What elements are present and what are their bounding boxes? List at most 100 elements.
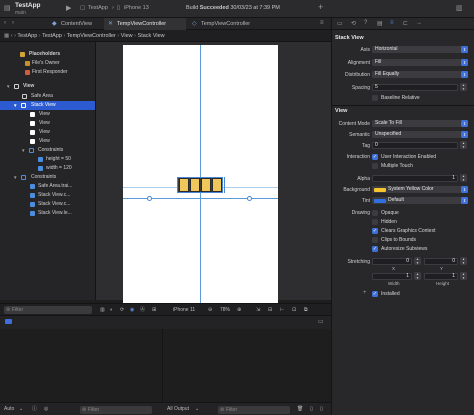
breadcrumb-project[interactable]: TestApp xyxy=(17,33,37,39)
outline-constraint-width[interactable]: width = 120 xyxy=(0,164,95,173)
tag-stepper[interactable]: ▴ ▾ xyxy=(460,141,467,149)
chevron-left-icon[interactable]: ‹ xyxy=(4,20,6,27)
disclosure-open-icon[interactable]: ▼ xyxy=(13,173,17,182)
tab-options-icon[interactable]: ≡ xyxy=(320,20,324,27)
history-icon[interactable]: ⟲ xyxy=(351,20,356,27)
outline-safe-area[interactable]: Safe Area xyxy=(0,92,95,101)
chevron-right-icon[interactable]: › xyxy=(14,33,16,39)
disclosure-open-icon[interactable]: ▼ xyxy=(13,101,17,110)
grid-icon[interactable]: ▦ xyxy=(4,33,9,39)
hidden-checkbox[interactable] xyxy=(372,219,378,225)
baseline-relative-checkbox[interactable] xyxy=(372,95,378,101)
disclosure-open-icon[interactable]: ▼ xyxy=(6,82,10,91)
info-icon[interactable]: ⓘ xyxy=(32,403,37,415)
variables-filter-input[interactable]: ⊜ Filter xyxy=(80,405,152,414)
outline-first-responder[interactable]: First Responder xyxy=(0,68,95,77)
spacing-field[interactable]: 5 xyxy=(372,84,458,91)
inspector-toggle-icon[interactable]: ▥ xyxy=(456,5,463,12)
tint-popup[interactable]: Default ⇕ xyxy=(372,197,468,204)
background-popup[interactable]: System Yellow Color ⇕ xyxy=(372,186,468,193)
constraint-handle[interactable] xyxy=(147,196,152,201)
sidebar-toggle-icon[interactable]: ▤ xyxy=(4,5,11,12)
multiple-touch-checkbox[interactable] xyxy=(372,163,378,169)
tab-content-view[interactable]: ◆ ContentView xyxy=(48,18,102,30)
outline-files-owner[interactable]: File's Owner xyxy=(0,59,95,68)
outline-placeholders[interactable]: Placeholders xyxy=(0,50,95,59)
file-inspector-icon[interactable]: ▭ xyxy=(337,20,343,27)
device-frame[interactable] xyxy=(123,45,278,303)
semantic-popup[interactable]: Unspecified ⇕ xyxy=(372,131,468,138)
alpha-field[interactable]: 1 xyxy=(372,175,458,182)
clips-bounds-checkbox[interactable] xyxy=(372,237,378,243)
opaque-checkbox[interactable] xyxy=(372,210,378,216)
stretch-y-field[interactable]: 0 xyxy=(424,258,458,265)
content-mode-popup[interactable]: Scale To Fill ⇕ xyxy=(372,120,468,127)
chevron-down-icon[interactable]: ⌄ xyxy=(195,403,199,415)
connections-inspector-icon[interactable]: → xyxy=(416,20,422,26)
trash-icon[interactable]: 🗑 xyxy=(297,403,303,415)
split-left-icon[interactable]: ▯ xyxy=(310,403,313,415)
scheme-icon[interactable]: ▢ xyxy=(80,5,85,11)
scheme-name[interactable]: TestApp xyxy=(88,5,108,11)
outline-constraints-inner[interactable]: ▼ Constraints xyxy=(0,146,95,155)
clears-graphics-checkbox[interactable]: ✓ xyxy=(372,228,378,234)
stretch-x-field[interactable]: 0 xyxy=(372,258,412,265)
outline-stack-view[interactable]: ▼ Stack View xyxy=(0,101,95,110)
stack-child-view[interactable] xyxy=(212,178,222,192)
debug-toggle-icon[interactable] xyxy=(5,319,12,324)
output-scope[interactable]: All Output xyxy=(167,403,189,415)
stretch-width-field[interactable]: 1 xyxy=(372,273,412,280)
outline-view[interactable]: ▼ View xyxy=(0,82,95,91)
stack-child-view[interactable] xyxy=(190,178,200,192)
stretch-width-stepper[interactable]: ▴ ▾ xyxy=(414,272,421,280)
outline-stack-child-view[interactable]: View xyxy=(0,128,95,137)
outline-constraint-item[interactable]: Safe Area.trai... xyxy=(0,182,95,191)
variables-scope[interactable]: Auto xyxy=(4,403,14,415)
chevron-left-icon[interactable]: ‹ xyxy=(11,33,13,39)
tab-temp-view-controller-xib[interactable]: ◇ TempViewController xyxy=(188,18,276,30)
outline-constraint-item[interactable]: Stack View.le... xyxy=(0,209,95,218)
outline-constraints-outer[interactable]: ▼ Constraints xyxy=(0,173,95,182)
split-right-icon[interactable]: ▯ xyxy=(320,403,323,415)
close-icon[interactable]: ✕ xyxy=(108,18,113,30)
alpha-stepper[interactable]: ▴ ▾ xyxy=(460,174,467,182)
user-interaction-checkbox[interactable]: ✓ xyxy=(372,154,378,160)
breadcrumb-file[interactable]: TempViewController xyxy=(67,33,116,39)
breadcrumb-view[interactable]: View xyxy=(121,33,133,39)
play-icon[interactable]: ▶ xyxy=(66,5,71,12)
stretch-x-stepper[interactable]: ▴ ▾ xyxy=(414,257,421,265)
chevron-right-icon[interactable]: › xyxy=(12,20,14,27)
outline-stack-child-view[interactable]: View xyxy=(0,110,95,119)
console-filter-input[interactable]: ⊜ Filter xyxy=(218,405,290,414)
stack-view[interactable] xyxy=(177,177,223,193)
outline-constraint-item[interactable]: Stack View.c... xyxy=(0,200,95,209)
close-debug-icon[interactable]: ▭ xyxy=(318,318,324,325)
distribution-popup[interactable]: Fill Equally ⇕ xyxy=(372,71,468,78)
disclosure-open-icon[interactable]: ▼ xyxy=(21,146,25,155)
run-destination[interactable]: iPhone 13 xyxy=(124,5,149,11)
attributes-inspector-icon[interactable]: ≡ xyxy=(390,20,394,26)
axis-popup[interactable]: Horizontal ⇕ xyxy=(372,46,468,53)
eye-icon[interactable]: ◎ xyxy=(44,403,48,415)
outline-constraint-height[interactable]: height = 50 xyxy=(0,155,95,164)
size-inspector-icon[interactable]: ⊏ xyxy=(403,20,408,27)
outline-filter-input[interactable]: ⊜ Filter xyxy=(4,306,92,314)
alignment-popup[interactable]: Fill ⇕ xyxy=(372,59,468,66)
installed-checkbox[interactable]: ✓ xyxy=(372,291,378,297)
spacing-stepper[interactable]: ▴ ▾ xyxy=(460,83,467,91)
tag-field[interactable]: 0 xyxy=(372,142,458,149)
breadcrumb-folder[interactable]: TestApp xyxy=(42,33,62,39)
stretch-y-stepper[interactable]: ▴ ▾ xyxy=(460,257,467,265)
stretch-height-field[interactable]: 1 xyxy=(424,273,458,280)
outline-constraint-item[interactable]: Stack View.c... xyxy=(0,191,95,200)
stretch-height-stepper[interactable]: ▴ ▾ xyxy=(460,272,467,280)
add-variation-icon[interactable]: + xyxy=(363,290,367,296)
autoresize-checkbox[interactable]: ✓ xyxy=(372,246,378,252)
stack-child-view[interactable] xyxy=(179,178,189,192)
tab-temp-view-controller-swift[interactable]: ✕ TempViewController xyxy=(104,18,186,30)
constraint-handle[interactable] xyxy=(247,196,252,201)
breadcrumb-stack-view[interactable]: Stack View xyxy=(138,33,165,39)
identity-inspector-icon[interactable]: ▤ xyxy=(377,20,383,27)
add-icon[interactable]: + xyxy=(318,3,323,12)
outline-stack-child-view[interactable]: View xyxy=(0,119,95,128)
